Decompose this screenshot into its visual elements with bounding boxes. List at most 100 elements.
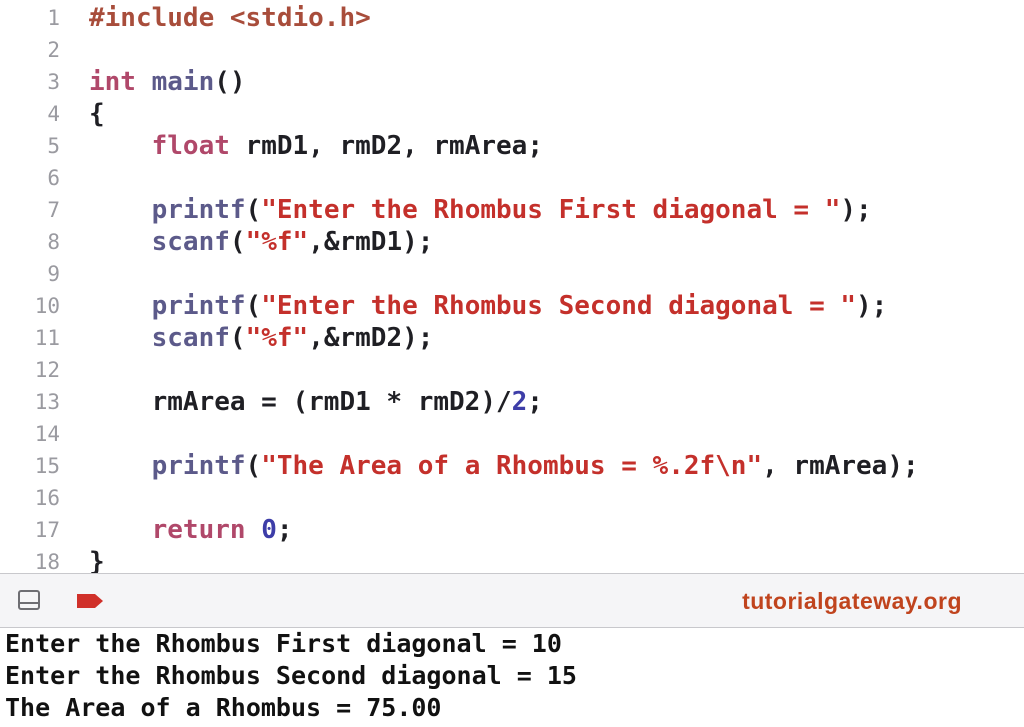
code-token: rmD1, rmD2, rmArea; [229, 131, 543, 161]
code-editor[interactable]: 1 #include <stdio.h> 2 3 int main() 4{5 float… [0, 0, 1024, 573]
code-text: scanf("%f",&rmD2); [89, 322, 434, 354]
code-token: ,&rmD2); [308, 323, 434, 353]
line-number: 15 [34, 454, 60, 478]
code-token: ); [856, 291, 888, 321]
code-token: "Enter the Rhombus First diagonal = " [261, 195, 841, 225]
code-line[interactable]: 16 [0, 482, 1024, 514]
code-text: } [89, 546, 105, 573]
console-line: Enter the Rhombus First diagonal = 10 [5, 629, 562, 658]
code-token: , rmArea); [762, 451, 919, 481]
code-text: #include <stdio.h> [89, 2, 371, 34]
line-number: 4 [47, 102, 60, 126]
code-token: scanf [151, 227, 230, 257]
line-number: 10 [34, 294, 60, 318]
code-token: return [151, 515, 246, 545]
code-line[interactable]: 15 printf("The Area of a Rhombus = %.2f\… [0, 450, 1024, 482]
code-token: } [89, 547, 105, 573]
line-number: 14 [34, 422, 60, 446]
code-line[interactable]: 6 [0, 162, 1024, 194]
line-number: 7 [47, 198, 60, 222]
output-tag-icon[interactable] [76, 593, 104, 609]
console-line: Enter the Rhombus Second diagonal = 15 [5, 661, 577, 690]
line-number: 1 [47, 6, 60, 30]
code-token: () [214, 67, 246, 97]
code-line[interactable]: 5 float rmD1, rmD2, rmArea; [0, 130, 1024, 162]
code-token: ( [229, 323, 246, 353]
line-number: 18 [34, 550, 60, 573]
code-line[interactable]: 13 rmArea = (rmD1 * rmD2)/2; [0, 386, 1024, 418]
code-token: printf [151, 195, 246, 225]
code-line[interactable]: 14 [0, 418, 1024, 450]
code-token: #include <stdio.h> [89, 3, 371, 33]
code-token: rmArea = (rmD1 * rmD2)/ [89, 387, 512, 417]
brand-watermark: tutorialgateway.org [742, 588, 962, 614]
code-token: ( [245, 195, 262, 225]
code-line[interactable]: 1 #include <stdio.h> [0, 2, 1024, 34]
console-output[interactable]: Enter the Rhombus First diagonal = 10 En… [0, 628, 1024, 727]
line-number: 3 [47, 70, 60, 94]
code-line[interactable]: 4{ [0, 98, 1024, 130]
code-token: "Enter the Rhombus Second diagonal = " [261, 291, 857, 321]
code-token: int [89, 67, 136, 97]
line-number: 11 [34, 326, 60, 350]
line-number: 12 [34, 358, 60, 382]
code-line[interactable]: 8 scanf("%f",&rmD1); [0, 226, 1024, 258]
code-line[interactable]: 11 scanf("%f",&rmD2); [0, 322, 1024, 354]
code-token: ; [276, 515, 293, 545]
line-number: 6 [47, 166, 60, 190]
code-line[interactable]: 9 [0, 258, 1024, 290]
code-text: float rmD1, rmD2, rmArea; [89, 130, 543, 162]
code-token: ; [527, 387, 543, 417]
code-token: "%f" [245, 323, 309, 353]
code-line[interactable]: 7 printf("Enter the Rhombus First diagon… [0, 194, 1024, 226]
code-token: ); [840, 195, 872, 225]
code-text: { [89, 98, 105, 130]
code-line[interactable]: 17 return 0; [0, 514, 1024, 546]
code-token: "The Area of a Rhombus = %.2f\n" [261, 451, 763, 481]
line-number: 2 [47, 38, 60, 62]
code-line[interactable]: 3 int main() [0, 66, 1024, 98]
debug-toolbar: tutorialgateway.org [0, 573, 1024, 628]
code-text: int main() [89, 66, 246, 98]
code-text: scanf("%f",&rmD1); [89, 226, 434, 258]
code-text: return 0; [89, 514, 293, 546]
code-token: printf [151, 291, 246, 321]
code-text: printf("Enter the Rhombus Second diagona… [89, 290, 888, 322]
code-token: ,&rmD1); [308, 227, 434, 257]
console-line: The Area of a Rhombus = 75.00 [5, 693, 442, 722]
code-token: 0 [261, 515, 277, 545]
code-token: 2 [511, 387, 528, 417]
line-number: 5 [47, 134, 60, 158]
code-token: printf [151, 451, 246, 481]
code-token: float [151, 131, 230, 161]
code-text: rmArea = (rmD1 * rmD2)/2; [89, 386, 543, 418]
code-token: { [89, 99, 105, 129]
line-number: 17 [34, 518, 60, 542]
line-number: 16 [34, 486, 60, 510]
code-line[interactable]: 2 [0, 34, 1024, 66]
panel-toggle-icon[interactable] [18, 590, 40, 610]
code-token: ( [229, 227, 246, 257]
code-token: "%f" [245, 227, 309, 257]
line-number: 8 [47, 230, 60, 254]
line-number: 9 [47, 262, 60, 286]
code-text: printf("The Area of a Rhombus = %.2f\n",… [89, 450, 919, 482]
code-token: main [151, 67, 215, 97]
code-token: ( [245, 291, 262, 321]
line-number: 13 [34, 390, 60, 414]
code-line[interactable]: 12 [0, 354, 1024, 386]
code-line[interactable]: 18} [0, 546, 1024, 573]
code-text: printf("Enter the Rhombus First diagonal… [89, 194, 872, 226]
code-line[interactable]: 10 printf("Enter the Rhombus Second diag… [0, 290, 1024, 322]
code-token: ( [245, 451, 262, 481]
code-token: scanf [151, 323, 230, 353]
